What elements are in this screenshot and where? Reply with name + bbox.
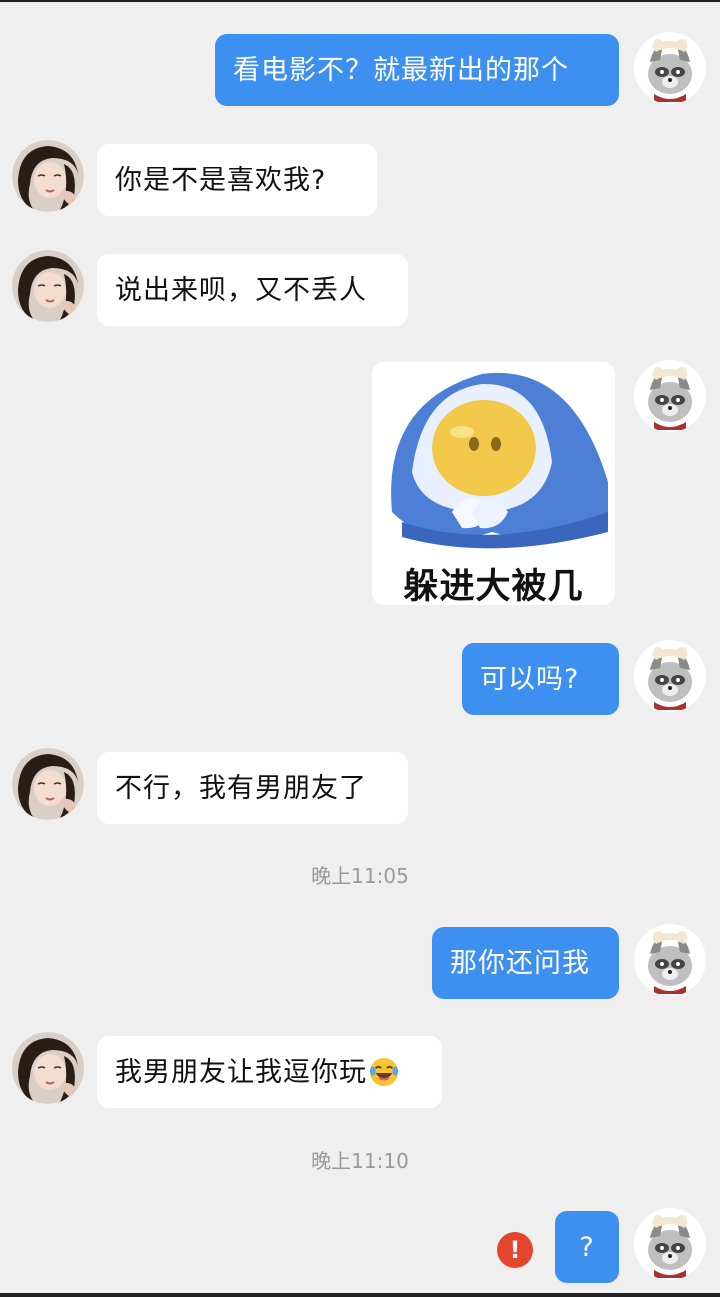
message-text: 可以吗? <box>480 663 580 695</box>
raccoon-avatar-icon <box>634 360 706 432</box>
girl-avatar-icon <box>12 748 84 820</box>
my-avatar[interactable] <box>634 924 706 996</box>
raccoon-avatar-icon <box>634 924 706 996</box>
girl-avatar-icon <box>12 1032 84 1104</box>
message-bubble-incoming[interactable]: 说出来呗，又不丢人 <box>97 254 408 326</box>
contact-avatar[interactable] <box>12 748 84 820</box>
message-bubble-incoming[interactable]: 我男朋友让我逗你玩 <box>97 1036 442 1108</box>
message-bubble-outgoing[interactable]: ? <box>555 1211 619 1283</box>
contact-avatar[interactable] <box>12 1032 84 1104</box>
message-text: 说出来呗，又不丢人 <box>115 274 367 306</box>
sticker-caption: 躲进大被几 <box>403 567 584 605</box>
send-failed-icon[interactable]: ! <box>497 1232 533 1268</box>
message-text: 看电影不？就最新出的那个 <box>233 54 569 86</box>
message-bubble-outgoing[interactable]: 可以吗? <box>462 643 619 715</box>
girl-avatar-icon <box>12 140 84 212</box>
girl-avatar-icon <box>12 250 84 322</box>
timestamp: 晚上11:05 <box>311 864 409 888</box>
message-bubble-outgoing[interactable]: 那你还问我 <box>432 927 619 999</box>
timestamp: 晚上11:10 <box>311 1149 409 1173</box>
bottom-border <box>0 1293 720 1297</box>
contact-avatar[interactable] <box>12 250 84 322</box>
message-bubble-outgoing[interactable]: 看电影不？就最新出的那个 <box>215 34 619 106</box>
raccoon-avatar-icon <box>634 1208 706 1280</box>
my-avatar[interactable] <box>634 32 706 104</box>
laughing-emoji-icon <box>369 1057 399 1087</box>
message-text: 你是不是喜欢我? <box>115 164 327 196</box>
top-border <box>0 0 720 2</box>
message-text: 不行，我有男朋友了 <box>115 772 367 804</box>
contact-avatar[interactable] <box>12 140 84 212</box>
message-text: 那你还问我 <box>450 947 590 979</box>
sticker-message[interactable]: 躲进大被几 <box>372 362 615 605</box>
message-bubble-incoming[interactable]: 你是不是喜欢我? <box>97 144 377 216</box>
my-avatar[interactable] <box>634 1208 706 1280</box>
message-bubble-incoming[interactable]: 不行，我有男朋友了 <box>97 752 408 824</box>
raccoon-avatar-icon <box>634 640 706 712</box>
my-avatar[interactable] <box>634 360 706 432</box>
raccoon-avatar-icon <box>634 32 706 104</box>
my-avatar[interactable] <box>634 640 706 712</box>
message-text: ? <box>579 1231 595 1263</box>
message-text: 我男朋友让我逗你玩 <box>115 1056 367 1088</box>
